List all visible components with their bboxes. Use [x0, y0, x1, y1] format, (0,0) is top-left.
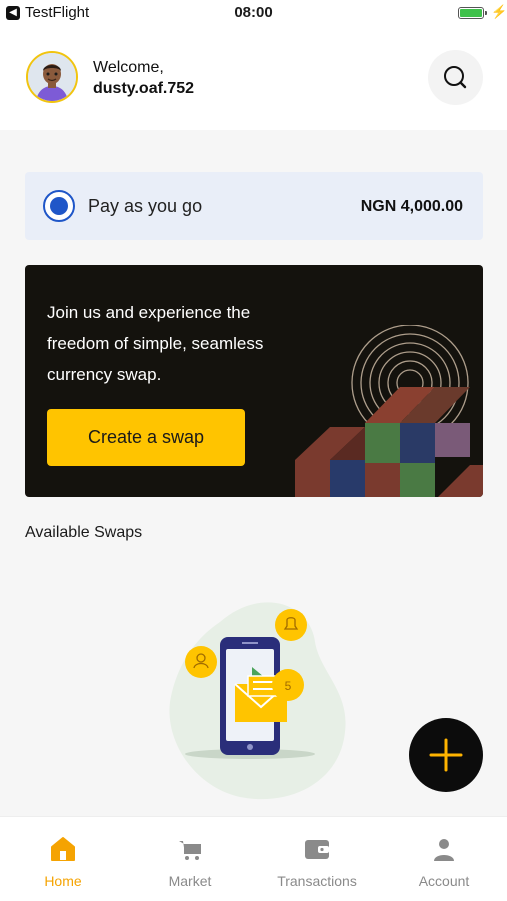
empty-swaps-illustration: 5 [160, 592, 360, 817]
tab-market-label: Market [168, 873, 212, 889]
tab-market[interactable]: Market [127, 817, 253, 901]
avatar[interactable] [26, 51, 78, 103]
home-icon [51, 837, 75, 861]
username: dusty.oaf.752 [93, 80, 195, 97]
status-bar: ◀ TestFlight 08:00 ⚡ [0, 0, 507, 26]
tab-home-label: Home [44, 873, 82, 889]
available-swaps-title: Available Swaps [25, 524, 143, 541]
add-button[interactable] [409, 718, 483, 792]
charging-icon: ⚡ [491, 4, 507, 19]
tab-transactions[interactable]: Transactions [254, 817, 380, 901]
cart-icon [179, 841, 201, 860]
promo-text: Join us and experience the freedom of si… [47, 303, 264, 384]
tab-bar: Home Market Transactions Account [0, 816, 507, 901]
promo-banner: Join us and experience the freedom of si… [25, 265, 483, 497]
plus-icon [429, 738, 463, 772]
clock: 08:00 [234, 4, 273, 21]
search-button[interactable] [428, 50, 483, 105]
create-swap-button[interactable]: Create a swap [47, 409, 245, 466]
search-icon [444, 66, 467, 89]
wallet-icon [305, 840, 329, 859]
tab-home[interactable]: Home [0, 817, 126, 901]
tab-account-label: Account [418, 873, 470, 889]
plan-option[interactable]: Pay as you go NGN 4,000.00 [25, 172, 483, 240]
welcome-text: Welcome, [93, 59, 164, 76]
battery-icon [458, 7, 487, 19]
tab-account[interactable]: Account [381, 817, 507, 901]
currency-blocks-illustration [295, 325, 483, 497]
plan-label: Pay as you go [88, 196, 203, 216]
tab-transactions-label: Transactions [277, 873, 357, 889]
plan-amount: NGN 4,000.00 [360, 198, 463, 215]
notification-count: 5 [285, 679, 292, 693]
plan-radio[interactable] [43, 190, 75, 222]
header: Welcome, dusty.oaf.752 [0, 26, 507, 130]
account-icon [434, 839, 454, 861]
